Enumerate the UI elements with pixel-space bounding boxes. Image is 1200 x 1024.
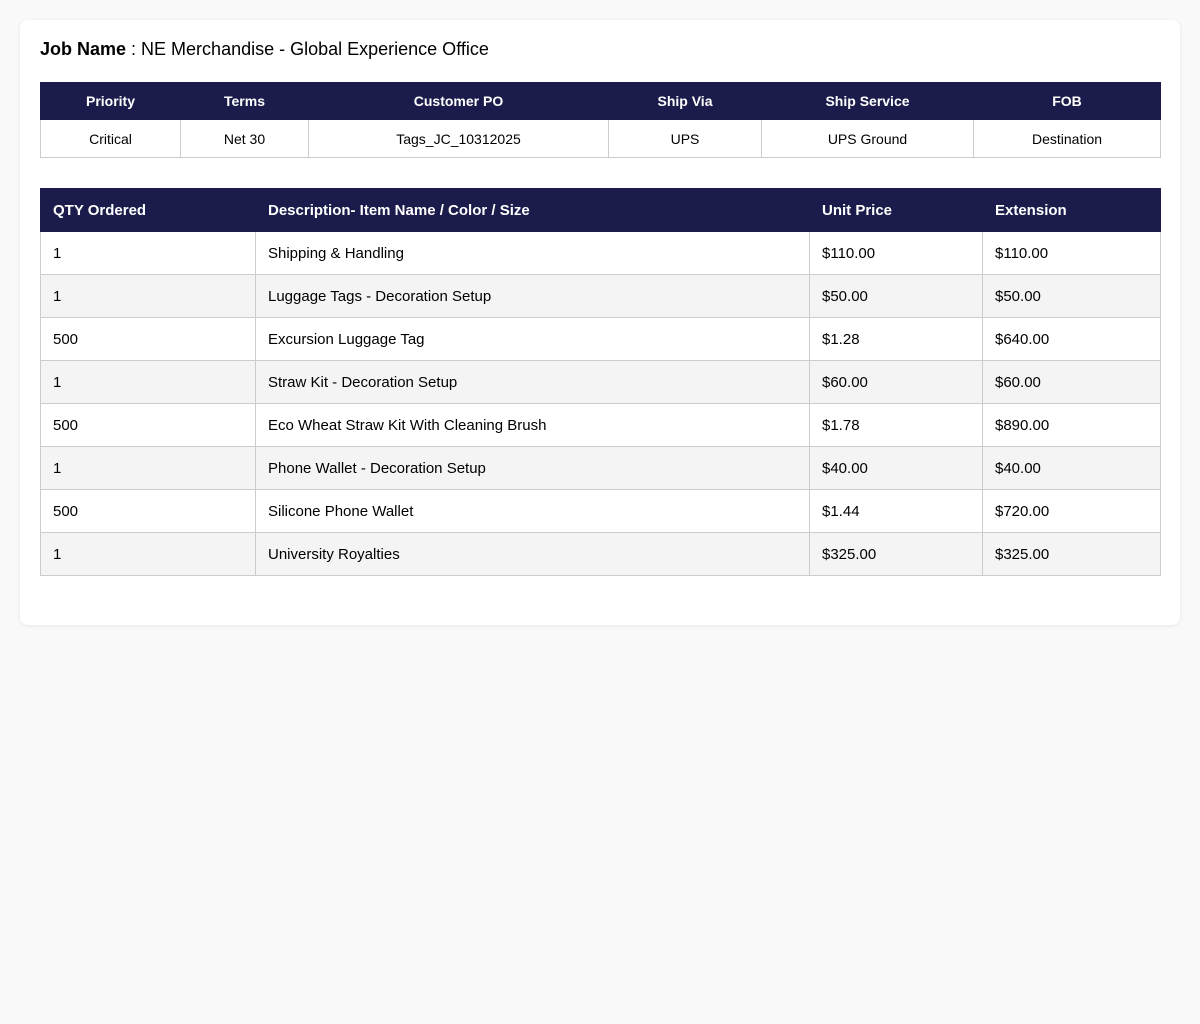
extension-cell: $890.00 bbox=[982, 403, 1161, 447]
qty-cell: 1 bbox=[40, 274, 256, 318]
extension-cell: $720.00 bbox=[982, 489, 1161, 533]
table-row: 500 Excursion Luggage Tag $1.28 $640.00 bbox=[40, 317, 1161, 361]
unit-price-cell: $60.00 bbox=[809, 360, 983, 404]
extension-cell: $60.00 bbox=[982, 360, 1161, 404]
description-cell: University Royalties bbox=[255, 532, 810, 576]
job-name-line: Job Name : NE Merchandise - Global Exper… bbox=[40, 38, 1160, 60]
qty-cell: 1 bbox=[40, 446, 256, 490]
table-row: 1 University Royalties $325.00 $325.00 bbox=[40, 532, 1161, 576]
unit-price-cell: $110.00 bbox=[809, 231, 983, 275]
qty-cell: 500 bbox=[40, 489, 256, 533]
unit-price-cell: $40.00 bbox=[809, 446, 983, 490]
order-card: Job Name : NE Merchandise - Global Exper… bbox=[20, 20, 1180, 625]
job-name-label: Job Name bbox=[40, 39, 127, 59]
line-items-table: QTY Ordered Description- Item Name / Col… bbox=[40, 188, 1161, 576]
description-cell: Phone Wallet - Decoration Setup bbox=[255, 446, 810, 490]
value-ship-via: UPS bbox=[608, 119, 762, 158]
qty-cell: 500 bbox=[40, 403, 256, 447]
line-items-header-row: QTY Ordered Description- Item Name / Col… bbox=[40, 188, 1161, 232]
extension-cell: $50.00 bbox=[982, 274, 1161, 318]
extension-cell: $110.00 bbox=[982, 231, 1161, 275]
order-info-value-row: Critical Net 30 Tags_JC_10312025 UPS UPS… bbox=[40, 119, 1161, 158]
order-info-table: Priority Terms Customer PO Ship Via Ship… bbox=[40, 82, 1161, 158]
table-row: 500 Silicone Phone Wallet $1.44 $720.00 bbox=[40, 489, 1161, 533]
value-customer-po: Tags_JC_10312025 bbox=[308, 119, 609, 158]
table-row: 1 Shipping & Handling $110.00 $110.00 bbox=[40, 231, 1161, 275]
table-row: 1 Luggage Tags - Decoration Setup $50.00… bbox=[40, 274, 1161, 318]
description-cell: Shipping & Handling bbox=[255, 231, 810, 275]
value-fob: Destination bbox=[973, 119, 1161, 158]
order-info-header-row: Priority Terms Customer PO Ship Via Ship… bbox=[40, 82, 1161, 120]
qty-cell: 1 bbox=[40, 231, 256, 275]
qty-cell: 1 bbox=[40, 532, 256, 576]
extension-cell: $640.00 bbox=[982, 317, 1161, 361]
header-extension: Extension bbox=[982, 188, 1161, 232]
unit-price-cell: $50.00 bbox=[809, 274, 983, 318]
header-fob: FOB bbox=[973, 82, 1161, 120]
description-cell: Straw Kit - Decoration Setup bbox=[255, 360, 810, 404]
unit-price-cell: $1.28 bbox=[809, 317, 983, 361]
description-cell: Excursion Luggage Tag bbox=[255, 317, 810, 361]
header-unit-price: Unit Price bbox=[809, 188, 983, 232]
unit-price-cell: $325.00 bbox=[809, 532, 983, 576]
unit-price-cell: $1.44 bbox=[809, 489, 983, 533]
header-description: Description- Item Name / Color / Size bbox=[255, 188, 810, 232]
job-name-separator: : bbox=[126, 39, 142, 59]
value-terms: Net 30 bbox=[180, 119, 309, 158]
value-ship-service: UPS Ground bbox=[761, 119, 974, 158]
extension-cell: $325.00 bbox=[982, 532, 1161, 576]
header-ship-via: Ship Via bbox=[608, 82, 762, 120]
extension-cell: $40.00 bbox=[982, 446, 1161, 490]
table-row: 1 Phone Wallet - Decoration Setup $40.00… bbox=[40, 446, 1161, 490]
header-priority: Priority bbox=[40, 82, 181, 120]
description-cell: Silicone Phone Wallet bbox=[255, 489, 810, 533]
qty-cell: 500 bbox=[40, 317, 256, 361]
description-cell: Eco Wheat Straw Kit With Cleaning Brush bbox=[255, 403, 810, 447]
unit-price-cell: $1.78 bbox=[809, 403, 983, 447]
table-row: 1 Straw Kit - Decoration Setup $60.00 $6… bbox=[40, 360, 1161, 404]
qty-cell: 1 bbox=[40, 360, 256, 404]
header-terms: Terms bbox=[180, 82, 309, 120]
table-row: 500 Eco Wheat Straw Kit With Cleaning Br… bbox=[40, 403, 1161, 447]
header-qty-ordered: QTY Ordered bbox=[40, 188, 256, 232]
job-name-value: NE Merchandise - Global Experience Offic… bbox=[141, 39, 489, 59]
header-customer-po: Customer PO bbox=[308, 82, 609, 120]
header-ship-service: Ship Service bbox=[761, 82, 974, 120]
value-priority: Critical bbox=[40, 119, 181, 158]
description-cell: Luggage Tags - Decoration Setup bbox=[255, 274, 810, 318]
